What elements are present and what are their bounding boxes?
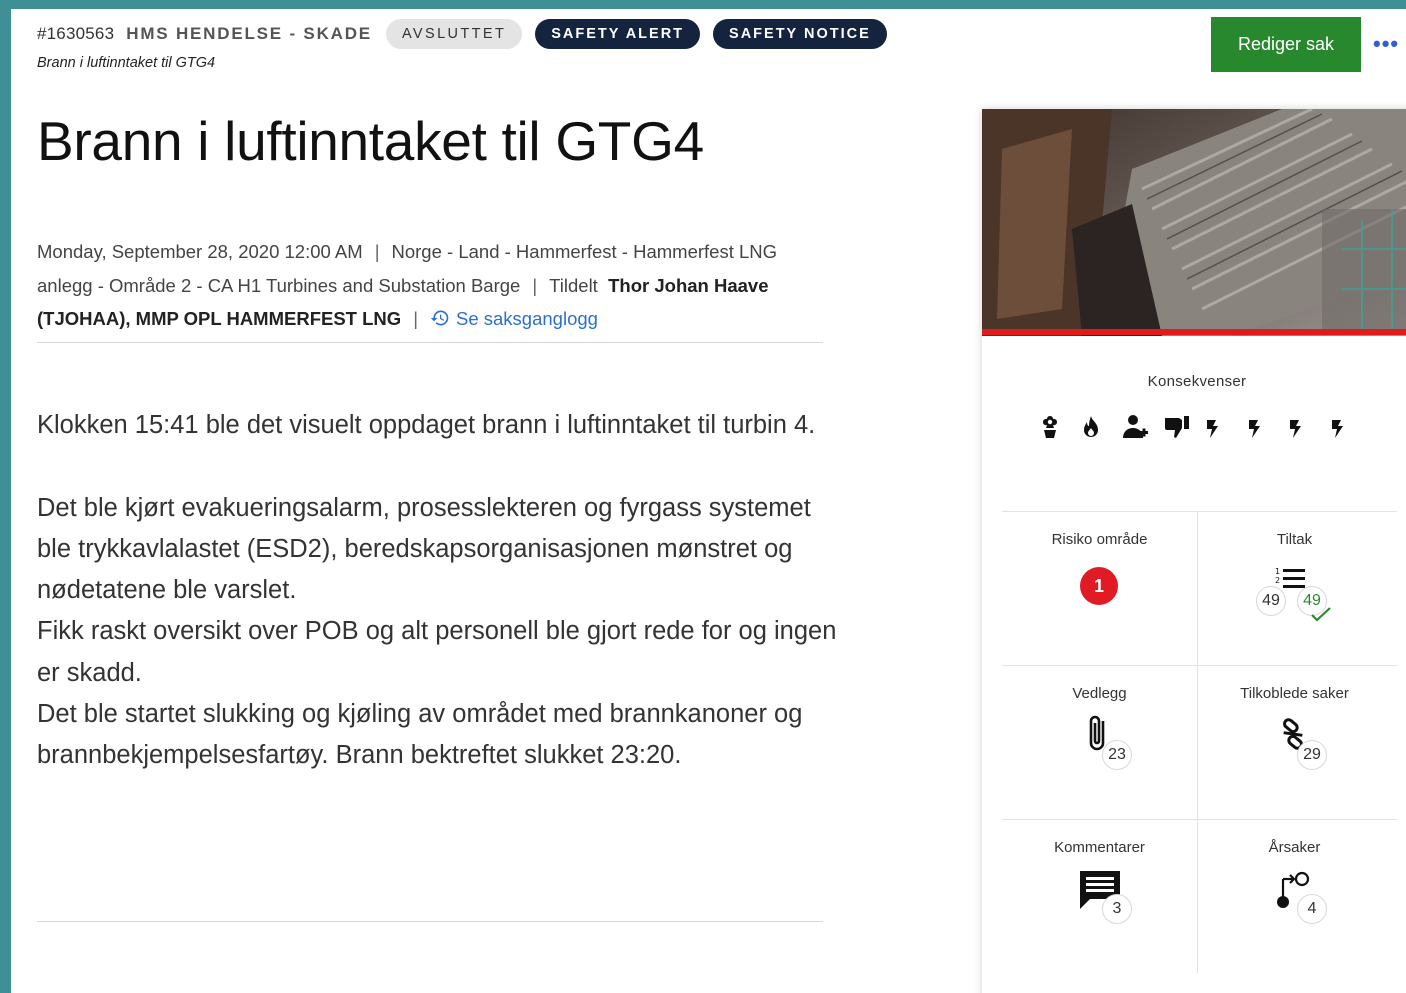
case-meta: Monday, September 28, 2020 12:00 AM | Norg…	[37, 241, 778, 329]
tag-safety-notice[interactable]: SAFETY NOTICE	[713, 19, 887, 49]
case-page: #1630563 HMS HENDELSE - SKADE AVSLUTTET …	[11, 9, 1406, 993]
actions-cell[interactable]: Tiltak 1 2 49 49	[1197, 511, 1392, 665]
lightning-icon[interactable]	[1204, 414, 1246, 444]
causes-cell[interactable]: Årsaker 4	[1197, 819, 1392, 973]
photo-status-bar	[982, 329, 1406, 335]
assigned-label: Tildelt	[549, 274, 598, 296]
breadcrumb[interactable]: Brann i luftinntaket til GTG4	[37, 55, 215, 71]
attachments-cell[interactable]: Vedlegg 23	[1002, 665, 1197, 819]
case-header: #1630563 HMS HENDELSE - SKADE AVSLUTTET …	[37, 19, 900, 49]
comments-cell[interactable]: Kommentarer 3	[1002, 819, 1197, 973]
linked-cases-label: Tilkoblede saker	[1240, 685, 1349, 702]
page-title: Brann i luftinntaket til GTG4	[37, 110, 704, 172]
more-options-button[interactable]: •••	[1373, 31, 1399, 57]
consequence-icons	[1038, 414, 1370, 444]
attachments-count: 23	[1102, 740, 1132, 770]
svg-text:2: 2	[1275, 576, 1280, 585]
status-badge: AVSLUTTET	[385, 19, 523, 49]
linked-cases-count: 29	[1297, 740, 1327, 770]
attachments-label: Vedlegg	[1072, 685, 1127, 702]
description-divider	[37, 921, 823, 922]
history-icon	[430, 310, 449, 326]
description-paragraph: Fikk raskt oversikt over POB og alt pers…	[37, 617, 837, 687]
incident-photo[interactable]	[982, 109, 1406, 336]
actions-total-badge: 49	[1256, 586, 1286, 616]
reputation-icon[interactable]	[1163, 414, 1205, 444]
risk-level-badge: 1	[1080, 567, 1118, 605]
history-link-label: Se saksganglogg	[456, 308, 598, 329]
history-link[interactable]: Se saksganglogg	[430, 308, 598, 329]
environment-icon[interactable]	[1038, 414, 1080, 444]
description-paragraph: Klokken 15:41 ble det visuelt oppdaget b…	[37, 411, 816, 439]
lightning-icon[interactable]	[1246, 414, 1288, 444]
risk-area-cell[interactable]: Risiko område 1	[1002, 511, 1197, 665]
meta-divider	[37, 342, 823, 343]
comments-label: Kommentarer	[1054, 839, 1145, 856]
edit-case-button[interactable]: Rediger sak	[1211, 17, 1361, 72]
risk-area-label: Risiko område	[1051, 531, 1148, 548]
comments-count: 3	[1102, 894, 1132, 924]
consequences-label: Konsekvenser	[1147, 373, 1247, 390]
case-description: Klokken 15:41 ble det visuelt oppdaget b…	[37, 405, 837, 777]
causes-label: Årsaker	[1268, 839, 1321, 856]
case-type: HMS HENDELSE - SKADE	[126, 24, 372, 43]
check-icon	[1311, 607, 1331, 622]
case-date: Monday, September 28, 2020 12:00 AM	[37, 241, 363, 262]
description-paragraph: Det ble kjørt evakueringsalarm, prosessl…	[37, 493, 811, 605]
svg-text:1: 1	[1275, 567, 1280, 576]
case-summary-panel: Konsekvenser Risiko område 1 Tiltak 1 2 …	[982, 109, 1406, 993]
lightning-icon[interactable]	[1329, 414, 1371, 444]
description-paragraph: Det ble startet slukking og kjøling av o…	[37, 700, 803, 770]
actions-label: Tiltak	[1276, 531, 1313, 548]
case-id: #1630563	[37, 24, 115, 43]
linked-cases-cell[interactable]: Tilkoblede saker 29	[1197, 665, 1392, 819]
causes-count: 4	[1297, 894, 1327, 924]
person-injury-icon[interactable]	[1121, 414, 1163, 444]
fire-icon[interactable]	[1080, 414, 1122, 444]
tag-safety-alert[interactable]: SAFETY ALERT	[535, 19, 701, 49]
lightning-icon[interactable]	[1287, 414, 1329, 444]
